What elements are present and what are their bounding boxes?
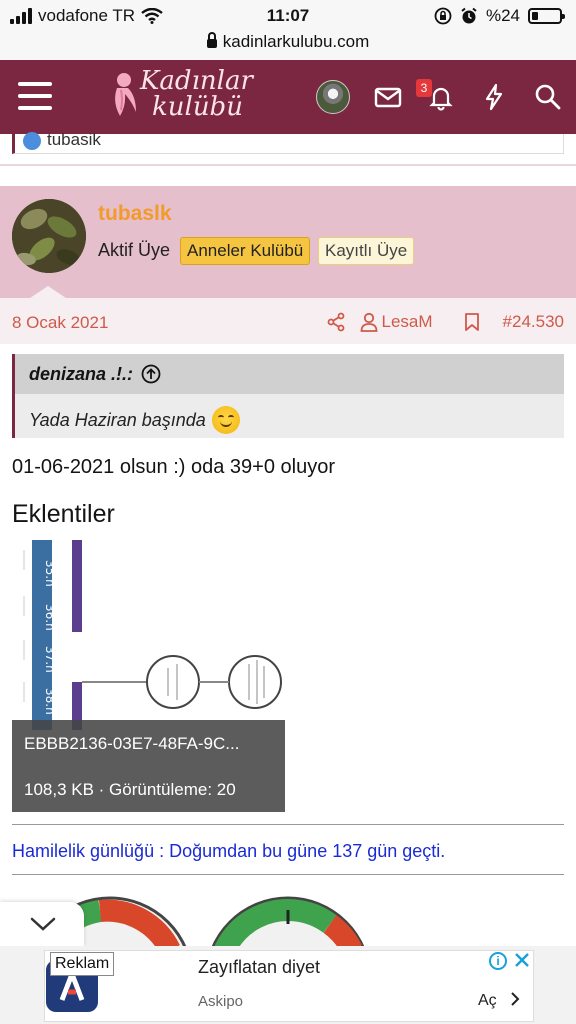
collapse-ad-button[interactable]	[0, 902, 84, 946]
ad-open-label: Aç	[478, 992, 497, 1009]
site-logo[interactable]: Kadınlar kulübü	[112, 66, 262, 124]
quote-header[interactable]: denizana .!.:	[15, 354, 564, 394]
quote-block: denizana .!.: Yada Haziran başında	[12, 354, 564, 438]
gauge-graphics	[32, 896, 366, 950]
quote-text: Yada Haziran başında	[29, 409, 206, 430]
smile-emoji-icon	[211, 406, 240, 434]
menu-icon[interactable]	[18, 82, 52, 110]
ad-info-icon[interactable]: i	[489, 952, 507, 970]
chevron-down-icon	[30, 917, 56, 931]
post-message: 01-06-2021 olsun :) oda 39+0 oluyor	[12, 456, 336, 478]
browser-url-bar[interactable]: kadinlarkulubu.com	[0, 32, 576, 60]
bookmark-icon[interactable]	[463, 312, 481, 332]
status-bar: vodafone TR 11:07 %24	[0, 0, 576, 32]
post-actions: LesaM #24.530	[326, 312, 564, 332]
previous-post-footer: tubasik	[12, 130, 564, 154]
user-banner-secondary: Kayıtlı Üye	[318, 237, 415, 265]
battery-fill	[532, 12, 539, 20]
previous-post-username: tubasik	[47, 130, 101, 149]
post-liked-by[interactable]: LesaM	[360, 312, 433, 332]
ad-open-button[interactable]: Aç	[478, 991, 521, 1010]
search-icon[interactable]	[533, 82, 563, 112]
share-icon[interactable]	[326, 312, 346, 332]
user-avatar[interactable]	[12, 199, 86, 273]
week-label: 37.h	[43, 646, 57, 673]
post-number[interactable]: #24.530	[503, 312, 564, 332]
chevron-right-icon	[511, 992, 520, 1006]
status-right: %24	[434, 6, 565, 26]
attachment-caption: EBBB2136-03E7-48FA-9C... 108,3 KB · Görü…	[12, 720, 285, 812]
ad-source: Askipo	[198, 993, 244, 1010]
avatar-image	[12, 199, 86, 273]
post-username[interactable]: tubaslk	[98, 202, 172, 226]
signature-divider-top	[12, 824, 564, 825]
ad-title[interactable]: Zayıflatan diyet	[198, 957, 320, 978]
user-banner-primary: Anneler Kulübü	[180, 237, 311, 265]
user-title: Aktif Üye	[98, 240, 171, 260]
user-icon	[23, 132, 41, 150]
bolt-icon[interactable]	[479, 82, 509, 112]
attachments-heading: Eklentiler	[12, 500, 115, 528]
user-icon	[360, 312, 377, 332]
week-label: 36.h	[43, 604, 57, 631]
post-divider	[0, 164, 576, 166]
lock-icon	[206, 32, 217, 48]
week-label: 38.h	[43, 688, 57, 715]
mail-icon[interactable]	[373, 82, 403, 112]
post-user-header: tubaslk Aktif Üye Anneler Kulübü Kayıtlı…	[0, 186, 576, 298]
post-date[interactable]: 8 Ocak 2021	[12, 313, 108, 333]
week-label: 35.h	[43, 560, 57, 587]
notification-badge: 3	[416, 79, 432, 97]
battery-percent: %24	[485, 6, 520, 25]
alarm-icon	[461, 7, 477, 24]
quote-author: denizana .!.:	[29, 363, 134, 384]
account-avatar[interactable]	[316, 80, 350, 114]
url-text: kadinlarkulubu.com	[222, 32, 370, 51]
quote-body: Yada Haziran başında	[15, 394, 564, 446]
ad-close-icon[interactable]	[512, 950, 532, 970]
post-meta-bar: 8 Ocak 2021 LesaM #24.530	[0, 298, 576, 344]
logo-mark-icon	[115, 73, 136, 116]
arrow-up-circle-icon[interactable]	[141, 364, 161, 384]
logo-text-line2: kulübü	[152, 92, 243, 122]
attachment-filename: EBBB2136-03E7-48FA-9C...	[24, 734, 240, 753]
attachment-info: 108,3 KB · Görüntüleme: 20	[24, 780, 236, 799]
battery-icon	[528, 8, 565, 24]
attachment-thumbnail[interactable]: 35.h 36.h 37.h 38.h EBBB2136-03E7-48FA-9…	[12, 540, 285, 812]
liked-by-name: LesaM	[381, 312, 433, 331]
logo-text-line1: Kadınlar	[140, 66, 253, 96]
post-pointer	[30, 286, 66, 298]
pregnancy-gauges	[0, 890, 576, 950]
orientation-lock-icon	[434, 7, 452, 25]
ad-label: Reklam	[50, 952, 115, 976]
signature-divider-bottom	[12, 874, 564, 875]
user-signature[interactable]: Hamilelik günlüğü : Doğumdan bu güne 137…	[12, 841, 445, 862]
